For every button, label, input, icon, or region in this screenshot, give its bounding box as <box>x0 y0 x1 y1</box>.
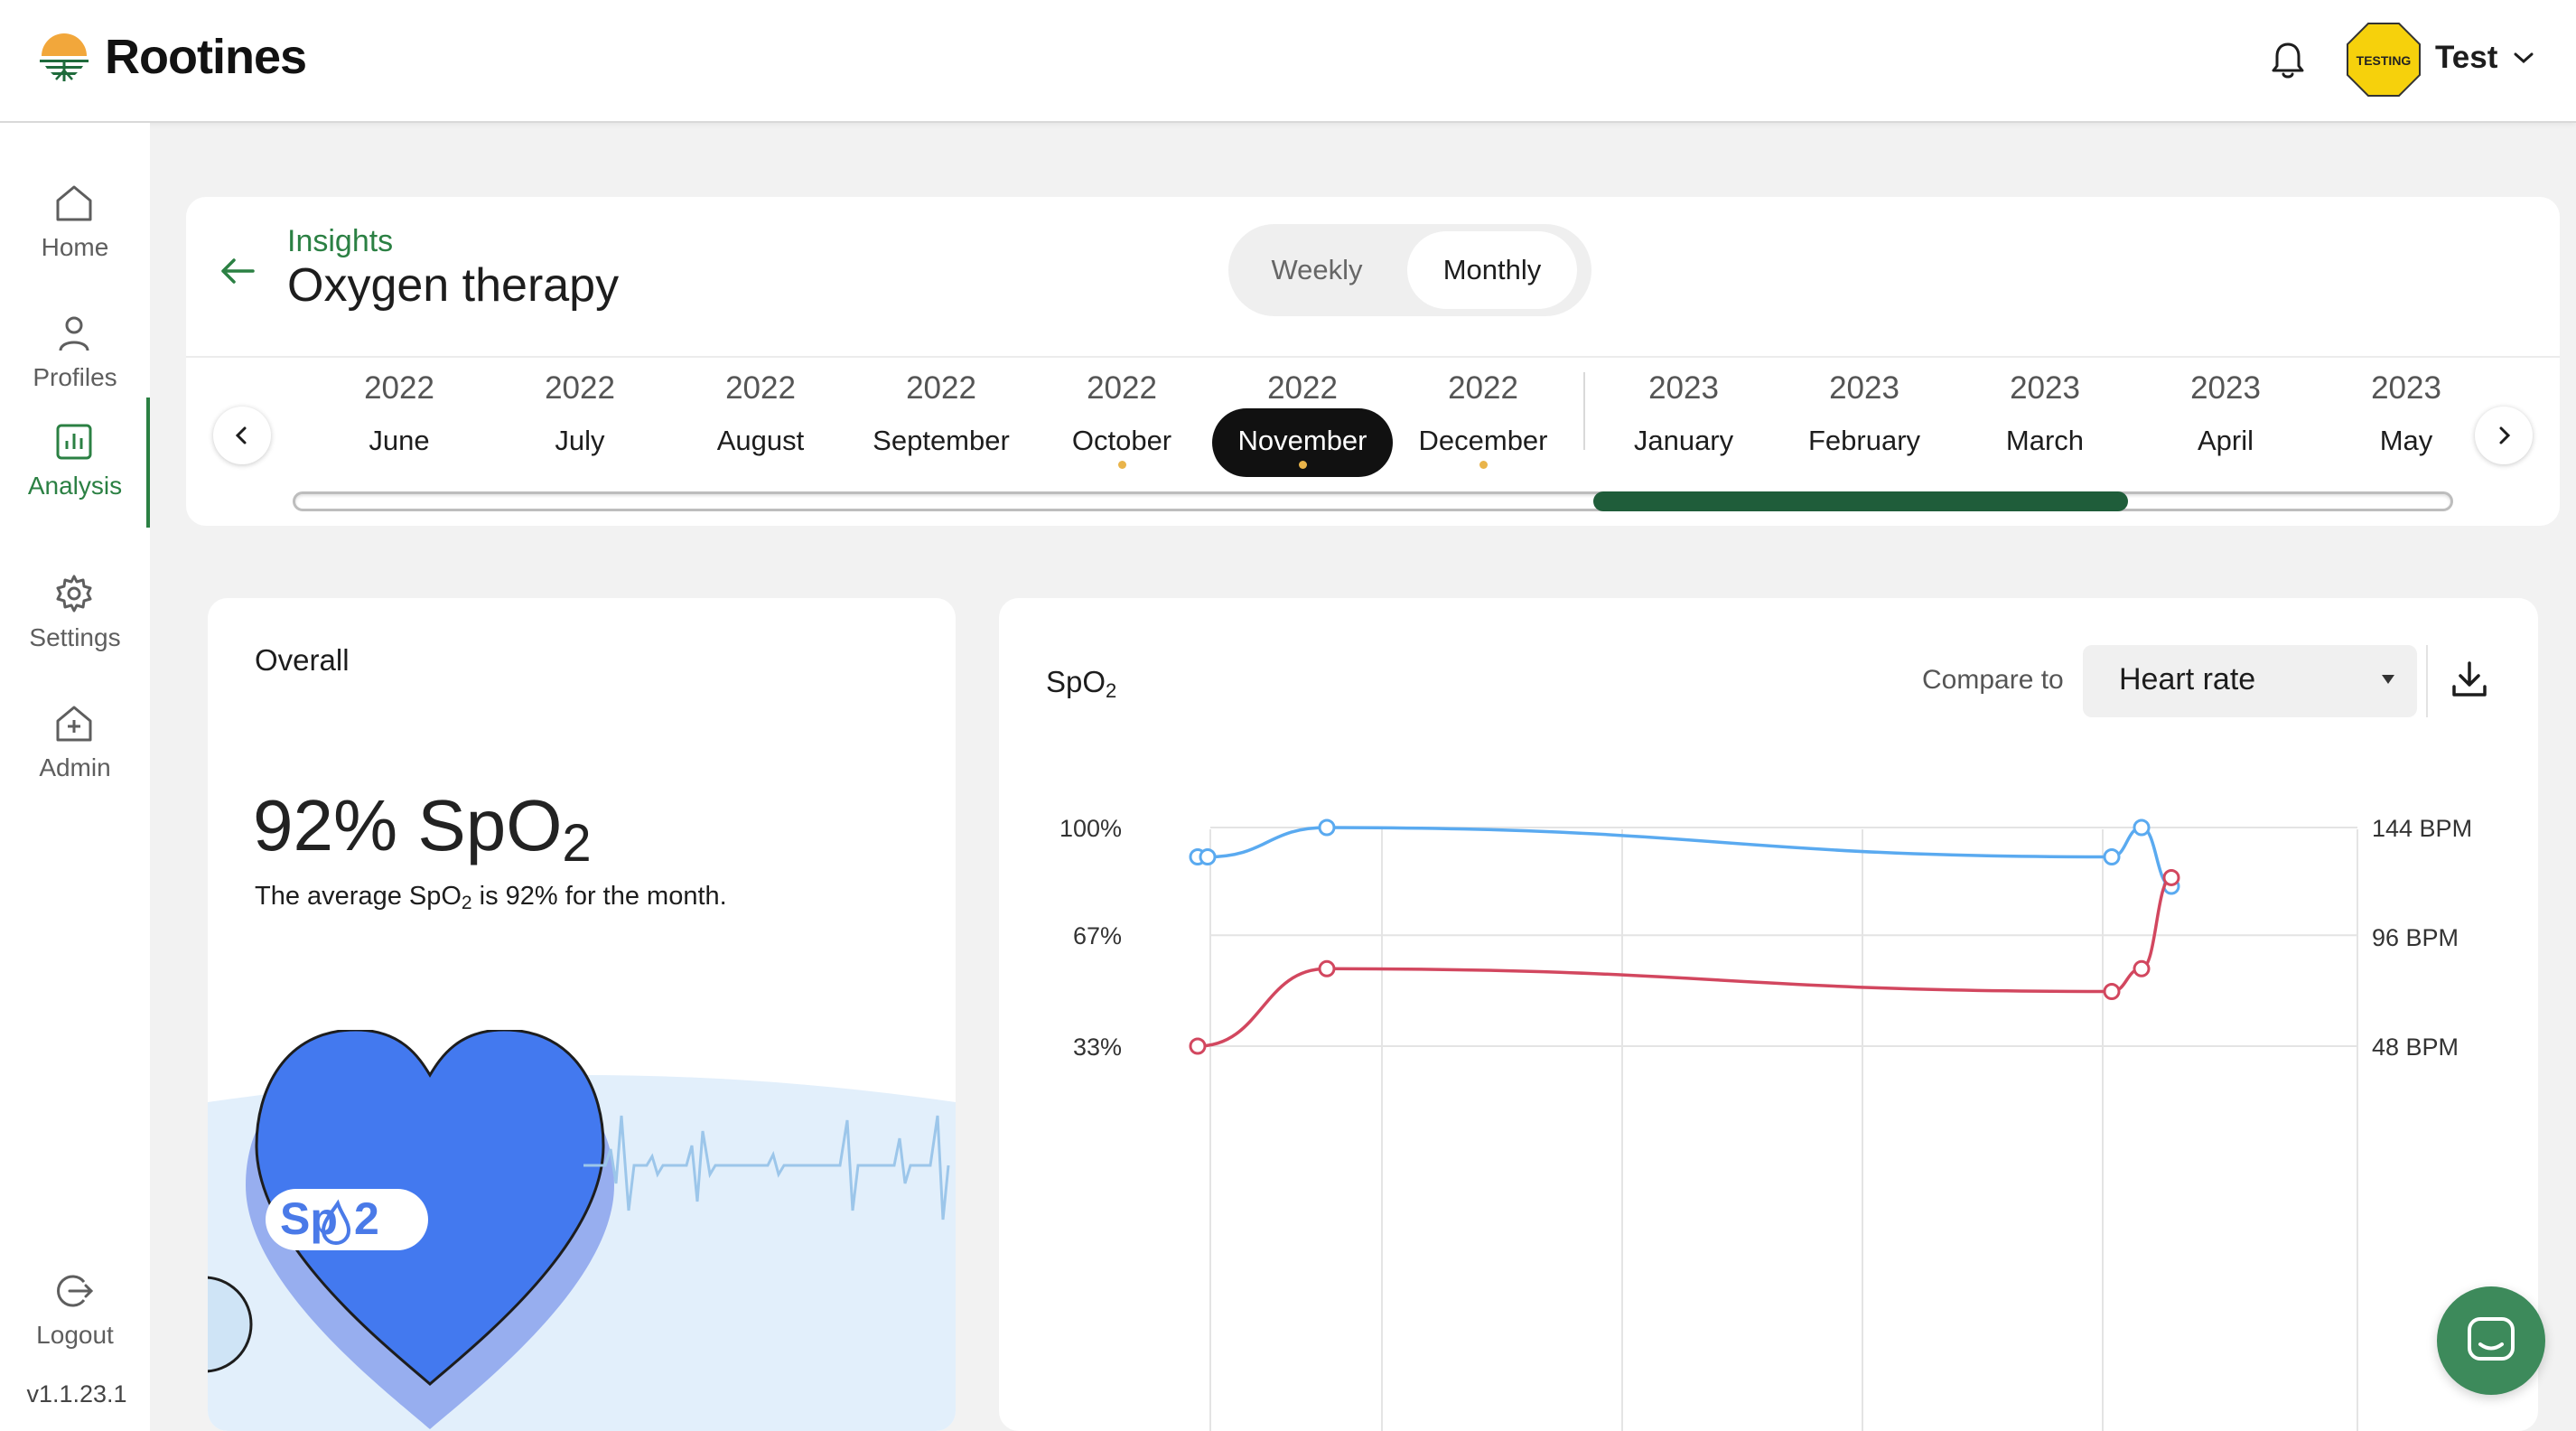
compare-to-value[interactable]: Heart rate <box>2119 662 2255 697</box>
chat-icon <box>2468 1317 2515 1361</box>
spo2-point <box>2103 848 2121 866</box>
top-bar <box>0 0 2576 123</box>
sidebar-item-settings[interactable]: Settings <box>0 540 150 658</box>
month-name: June <box>369 425 430 456</box>
spo2-point <box>2133 818 2151 837</box>
month-year: 2022 <box>906 370 976 406</box>
month-year: 2022 <box>1448 370 1518 406</box>
y-axis-tick-label: 33% <box>1073 1034 1122 1061</box>
month-name: February <box>1807 425 1921 456</box>
logout-icon <box>57 1275 94 1307</box>
sidebar-item-admin[interactable]: Admin <box>0 670 150 788</box>
y2-axis-tick-label: 144 BPM <box>2372 815 2472 842</box>
download-icon[interactable] <box>2450 659 2489 699</box>
page-title: Oxygen therapy <box>287 259 620 312</box>
breadcrumb[interactable]: Insights <box>287 224 393 259</box>
heart-rate-point <box>2133 959 2151 977</box>
divider <box>2426 645 2428 717</box>
spo2-heart-rate-chart: 100% 67% 33% 144 BPM 96 BPM 48 BPM <box>1059 815 2472 1431</box>
sidebar: Home Profiles Analysis Settings Admin Lo… <box>0 123 150 1431</box>
spo2-badge-text-2: 2 <box>354 1193 379 1244</box>
weekly-toggle-button[interactable]: Weekly <box>1228 231 1405 309</box>
heart-rate-point <box>2103 983 2121 1000</box>
month-year: 2023 <box>2010 370 2080 406</box>
month-year: 2023 <box>1648 370 1719 406</box>
heart-illustration: Sp 2 <box>208 1030 956 1431</box>
month-name: July <box>555 425 605 456</box>
chart-icon <box>56 424 92 460</box>
compare-to-label: Compare to <box>1922 665 2064 695</box>
logout-button[interactable]: Logout <box>0 1238 150 1355</box>
month-name: January <box>1633 425 1734 456</box>
heart-rate-point <box>2162 868 2180 886</box>
month-year: 2022 <box>545 370 615 406</box>
month-year: 2022 <box>725 370 796 406</box>
y-axis-tick-label: 100% <box>1059 815 1122 842</box>
home-icon <box>56 185 92 221</box>
sidebar-item-label: Settings <box>29 623 121 651</box>
caret-down-icon[interactable] <box>2381 674 2395 685</box>
monthly-toggle-button[interactable]: Monthly <box>1407 231 1577 309</box>
divider <box>186 356 2560 358</box>
month-year: 2022 <box>1087 370 1157 406</box>
data-indicator-dot <box>1299 461 1307 469</box>
back-arrow-icon[interactable] <box>219 255 257 287</box>
sidebar-item-analysis[interactable]: Analysis <box>0 388 150 528</box>
gear-icon <box>56 575 92 613</box>
sidebar-item-label: Analysis <box>27 472 123 500</box>
app-name: Rootines <box>105 30 307 84</box>
overall-card: Overall 92% SpO2 The average SpO2 is 92%… <box>208 598 956 1431</box>
year-divider <box>1583 372 1585 450</box>
chevron-left-icon <box>235 426 247 444</box>
average-spo2-value: 92% SpO2 <box>253 785 592 873</box>
month-scrollbar[interactable] <box>293 491 2453 511</box>
sidebar-item-label: Admin <box>39 753 111 781</box>
app-version: v1.1.23.1 <box>26 1380 127 1408</box>
sidebar-item-profiles[interactable]: Profiles <box>0 280 150 398</box>
month-year: 2023 <box>2190 370 2261 406</box>
y2-axis-tick-label: 48 BPM <box>2372 1034 2459 1061</box>
spo2-point <box>1318 818 1336 837</box>
overall-title: Overall <box>255 643 350 677</box>
month-name: September <box>873 425 1010 456</box>
chat-button[interactable] <box>2437 1286 2545 1395</box>
sidebar-item-home[interactable]: Home <box>0 150 150 267</box>
data-indicator-dot <box>1118 461 1126 469</box>
chart-title: SpO2 <box>1046 665 1117 702</box>
average-spo2-description: The average SpO2 is 92% for the month. <box>255 882 727 913</box>
user-name[interactable]: Test <box>2435 40 2497 76</box>
chevron-down-icon[interactable] <box>2513 51 2534 65</box>
user-icon <box>59 316 89 351</box>
avatar[interactable]: TESTING <box>2346 22 2422 98</box>
y-axis-tick-label: 67% <box>1073 922 1122 949</box>
logo-icon <box>40 33 89 81</box>
month-name: May <box>2379 425 2433 456</box>
month-year: 2022 <box>364 370 434 406</box>
month-name: March <box>2005 425 2085 456</box>
month-name: December <box>1418 425 1548 456</box>
month-scrollbar-thumb[interactable] <box>1593 491 2128 511</box>
data-indicator-dot <box>1479 461 1488 469</box>
logout-label: Logout <box>36 1321 114 1349</box>
month-name: November <box>1237 425 1367 456</box>
bell-icon[interactable] <box>2269 40 2307 81</box>
heart-rate-point <box>1189 1037 1207 1055</box>
avatar-badge-text: TESTING <box>2357 53 2412 68</box>
sidebar-item-label: Home <box>41 233 109 261</box>
spo2-line <box>1197 826 2172 888</box>
month-year: 2022 <box>1267 370 1338 406</box>
month-year: 2023 <box>1829 370 1899 406</box>
active-indicator <box>146 398 150 528</box>
month-name: October <box>1071 425 1172 456</box>
admin-icon <box>56 706 92 742</box>
y2-axis-tick-label: 96 BPM <box>2372 924 2459 951</box>
heart-rate-point <box>1318 959 1336 977</box>
spo2-point <box>1199 848 1217 866</box>
prev-month-button[interactable] <box>213 407 271 464</box>
month-name: April <box>2197 425 2254 456</box>
heart-rate-line <box>1197 875 2172 1048</box>
month-year: 2023 <box>2371 370 2441 406</box>
month-name: August <box>716 425 805 456</box>
